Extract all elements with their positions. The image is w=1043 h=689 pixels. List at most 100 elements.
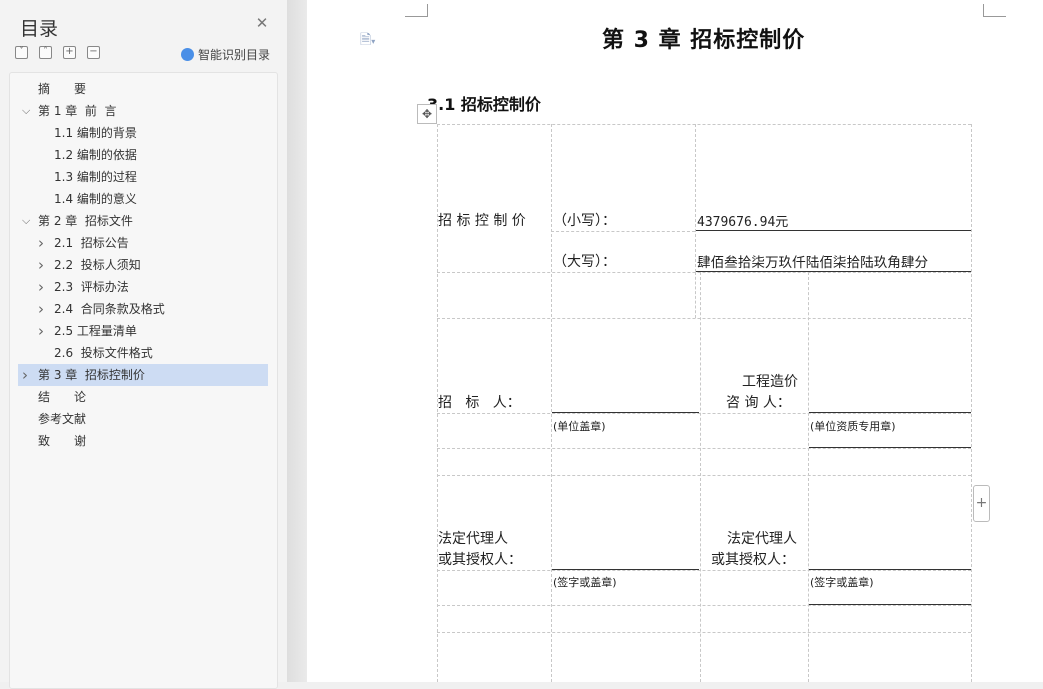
- toc-item[interactable]: 结 论: [18, 386, 268, 408]
- table-grid-line: [437, 605, 971, 606]
- table-grid-line: [437, 475, 971, 476]
- toc-item[interactable]: › 2.2 投标人须知: [18, 254, 268, 276]
- page-corner-mark: [405, 4, 428, 17]
- toc-item[interactable]: 1.2 编制的依据: [18, 144, 268, 166]
- legal-rep-label: 或其授权人：: [438, 552, 522, 568]
- remove-heading-icon[interactable]: −: [87, 46, 100, 59]
- chevron-down-icon[interactable]: ⌵: [22, 210, 30, 232]
- table-grid-line: [437, 448, 971, 449]
- toc-item[interactable]: 1.4 编制的意义: [18, 188, 268, 210]
- table-grid-line: [700, 272, 701, 682]
- upper-label: （大写）：: [553, 254, 616, 270]
- sign-seal-note: (签字或盖章): [810, 576, 874, 589]
- toc-item-label: 1.1 编制的背景: [54, 126, 137, 140]
- table-grid-line: [437, 632, 971, 633]
- toc-item-label: 2.4 合同条款及格式: [54, 302, 165, 316]
- add-heading-icon[interactable]: +: [63, 46, 76, 59]
- chapter-title: 第 3 章 招标控制价: [602, 28, 806, 53]
- lower-label: （小写）：: [553, 213, 616, 229]
- table-grid-line: [437, 413, 971, 414]
- table-grid-line: [437, 272, 971, 273]
- unit-seal-note: (单位盖章): [553, 420, 606, 433]
- smart-toc-label: 智能识别目录: [198, 48, 271, 62]
- legal-rep-label: 法定代理人: [727, 531, 797, 547]
- document-page[interactable]: 🗎▾ 第 3 章 招标控制价 3.1 招标控制价 ✥ + 招 标 控 制 价 （…: [307, 0, 1043, 682]
- expand-all-icon[interactable]: ˄: [39, 46, 52, 59]
- signature-line: [809, 604, 971, 605]
- toc-item[interactable]: 2.6 投标文件格式: [18, 342, 268, 364]
- toc-item-label: 2.5 工程量清单: [54, 324, 137, 338]
- toc-item[interactable]: 1.3 编制的过程: [18, 166, 268, 188]
- toc-item-label: 参考文献: [38, 412, 87, 426]
- page-corner-mark: [983, 4, 1006, 17]
- toc-item-label: 第 3 章 招标控制价: [38, 368, 145, 382]
- chevron-down-icon[interactable]: ⌵: [22, 100, 30, 122]
- signature-line: [809, 569, 971, 570]
- toc-item-label: 1.3 编制的过程: [54, 170, 137, 184]
- signature-line: [552, 412, 699, 413]
- signature-line: [809, 447, 971, 448]
- toc-item[interactable]: ⌵ 第 1 章 前 言: [18, 100, 268, 122]
- tenderer-label: 招 标 人：: [438, 395, 521, 411]
- toc-item[interactable]: ⌵ 第 2 章 招标文件: [18, 210, 268, 232]
- upper-value[interactable]: 肆佰叁拾柒万玖仟陆佰柒拾陆玖角肆分: [697, 251, 928, 271]
- table-move-handle-icon[interactable]: ✥: [417, 104, 437, 124]
- toc-item[interactable]: 1.1 编制的背景: [18, 122, 268, 144]
- consultant-label: 咨 询 人：: [726, 395, 791, 411]
- chevron-right-icon[interactable]: ›: [38, 320, 44, 342]
- toc-item-label: 第 1 章 前 言: [38, 104, 117, 118]
- smart-toc-button[interactable]: 智能识别目录: [181, 46, 270, 63]
- collapse-all-icon[interactable]: ˅: [15, 46, 28, 59]
- toc-item-label: 1.2 编制的依据: [54, 148, 137, 162]
- toc-item[interactable]: 摘 要: [18, 78, 268, 100]
- toc-title: 目录: [20, 18, 59, 40]
- toc-item[interactable]: › 2.3 评标办法: [18, 276, 268, 298]
- close-icon[interactable]: ✕: [255, 16, 269, 31]
- table-grid-line: [437, 318, 971, 319]
- chevron-right-icon[interactable]: ›: [38, 254, 44, 276]
- table-grid-line: [695, 272, 696, 318]
- chevron-right-icon[interactable]: ›: [38, 298, 44, 320]
- table-grid-line: [437, 570, 971, 571]
- toc-item-label: 2.1 招标公告: [54, 236, 129, 250]
- toc-item-label: 2.2 投标人须知: [54, 258, 141, 272]
- table-grid-line: [551, 124, 552, 682]
- toc-item[interactable]: › 2.4 合同条款及格式: [18, 298, 268, 320]
- add-column-button[interactable]: +: [973, 485, 990, 522]
- consultant-label: 工程造价: [742, 374, 798, 390]
- toc-item-label: 第 2 章 招标文件: [38, 214, 133, 228]
- legal-rep-label: 法定代理人: [438, 531, 508, 547]
- legal-rep-label: 或其授权人：: [711, 552, 795, 568]
- toc-item[interactable]: › 2.1 招标公告: [18, 232, 268, 254]
- smart-toc-icon: [181, 48, 194, 61]
- toc-item-label: 1.4 编制的意义: [54, 192, 137, 206]
- table-grid-line: [437, 124, 971, 125]
- toc-item-label: 2.3 评标办法: [54, 280, 129, 294]
- toc-panel: 目录 ✕ ˅ ˄ + − 智能识别目录 摘 要 ⌵ 第 1 章 前 言 1.1 编制的…: [0, 0, 287, 689]
- table-grid-line: [971, 124, 972, 682]
- table-grid-line: [695, 124, 696, 272]
- chevron-right-icon[interactable]: ›: [22, 364, 28, 386]
- section-title: 3.1 招标控制价: [427, 95, 541, 114]
- toc-item[interactable]: › 2.5 工程量清单: [18, 320, 268, 342]
- table-grid-line: [808, 272, 809, 682]
- toc-item[interactable]: › 第 3 章 招标控制价: [18, 364, 268, 386]
- upper-value-underline: [696, 271, 971, 272]
- chevron-right-icon[interactable]: ›: [38, 232, 44, 254]
- price-label: 招 标 控 制 价: [438, 213, 526, 229]
- toc-item[interactable]: 致 谢: [18, 430, 268, 452]
- lower-value-underline: [696, 230, 971, 231]
- toc-item-label: 2.6 投标文件格式: [54, 346, 153, 360]
- toc-item-label: 结 论: [38, 390, 87, 404]
- lower-value[interactable]: 4379676.94元: [697, 211, 788, 230]
- toc-item[interactable]: 参考文献: [18, 408, 268, 430]
- document-menu-icon[interactable]: 🗎▾: [360, 29, 375, 53]
- table-grid-line: [551, 231, 695, 232]
- signature-line: [552, 569, 699, 570]
- chevron-right-icon[interactable]: ›: [38, 276, 44, 298]
- toc-item-label: 摘 要: [38, 82, 87, 96]
- sign-seal-note: (签字或盖章): [553, 576, 617, 589]
- signature-line: [809, 412, 971, 413]
- panel-divider[interactable]: [287, 0, 307, 682]
- qualification-seal-note: (单位资质专用章): [810, 420, 896, 433]
